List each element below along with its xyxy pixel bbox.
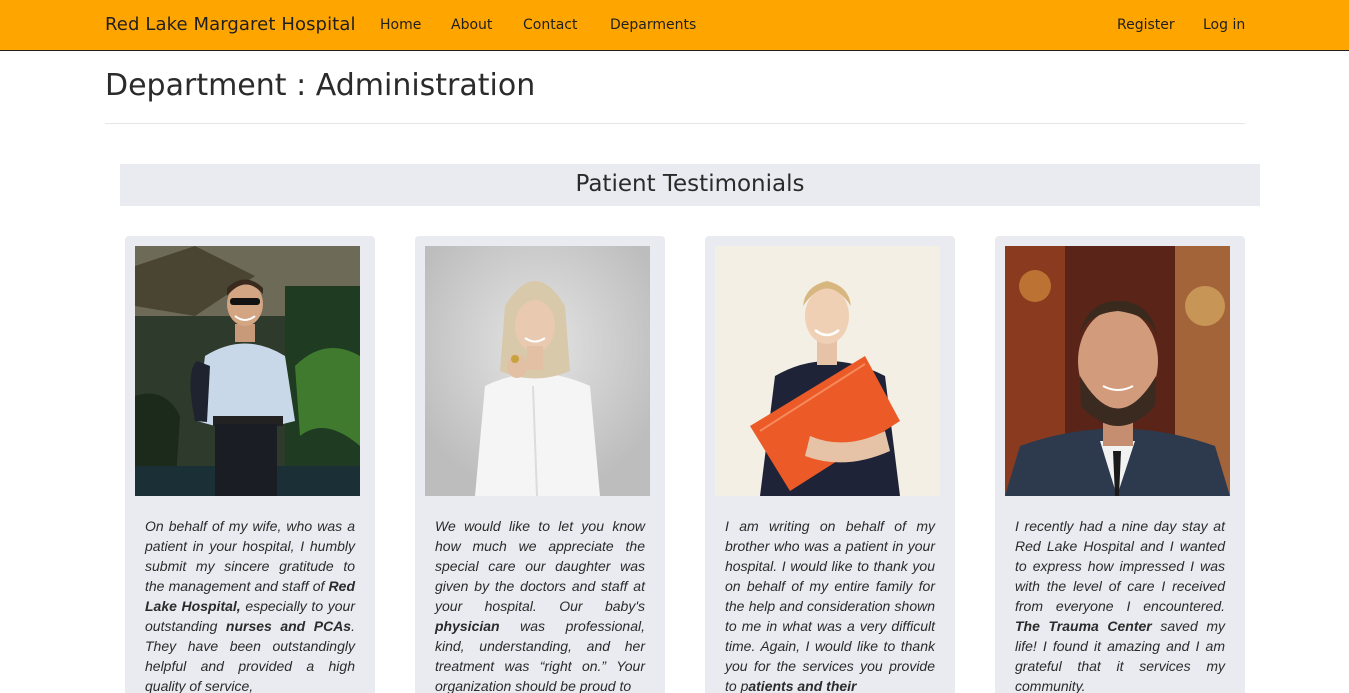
testimonial-photo-1: [135, 246, 360, 496]
testimonials-banner: Patient Testimonials: [120, 164, 1260, 206]
login-link[interactable]: Log in: [1203, 17, 1245, 33]
testimonial-text-1: On behalf of my wife, who was a patient …: [145, 518, 355, 693]
testimonial-photo-4: [1005, 246, 1230, 496]
nav-home-link[interactable]: Home: [380, 17, 421, 33]
testimonial-card-4: I recently had a nine day stay at Red La…: [995, 236, 1245, 693]
testimonial-card-2: We would like to let you know how much w…: [415, 236, 665, 693]
brand-link[interactable]: Red Lake Margaret Hospital: [105, 14, 356, 35]
nav-departments-link[interactable]: Deparments: [610, 17, 696, 33]
testimonial-text-3: I am writing on behalf of my brother who…: [725, 518, 935, 693]
title-divider: [105, 123, 1245, 124]
testimonial-photo-2: [425, 246, 650, 496]
testimonial-text-2: We would like to let you know how much w…: [435, 518, 645, 693]
page-title: Department : Administration: [105, 68, 536, 103]
top-navbar: Red Lake Margaret Hospital Home About Co…: [0, 0, 1349, 51]
testimonial-card-1: On behalf of my wife, who was a patient …: [125, 236, 375, 693]
nav-about-link[interactable]: About: [451, 17, 492, 33]
testimonials-heading: Patient Testimonials: [575, 171, 805, 197]
nav-contact-link[interactable]: Contact: [523, 17, 577, 33]
register-link[interactable]: Register: [1117, 17, 1175, 33]
testimonial-text-4: I recently had a nine day stay at Red La…: [1015, 518, 1225, 693]
testimonial-card-3: I am writing on behalf of my brother who…: [705, 236, 955, 693]
testimonial-photo-3: [715, 246, 940, 496]
